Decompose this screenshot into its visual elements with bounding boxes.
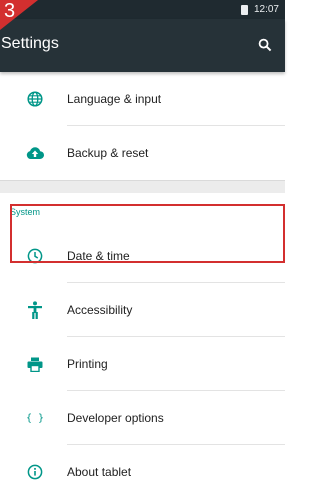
battery-icon: [240, 4, 248, 15]
section-header-system: System: [0, 193, 285, 229]
settings-item-about-tablet[interactable]: About tablet: [0, 445, 285, 485]
page-title: Settings: [1, 35, 59, 52]
settings-item-label: Date & time: [67, 249, 130, 263]
printer-icon: [25, 354, 45, 374]
settings-list: Language & input Backup & reset System D…: [0, 72, 285, 485]
settings-item-label: Accessibility: [67, 303, 133, 317]
settings-item-developer-options[interactable]: { } Developer options: [0, 391, 285, 445]
step-badge: 3: [0, 0, 38, 30]
settings-item-language-input[interactable]: Language & input: [0, 72, 285, 126]
search-icon: [258, 38, 272, 52]
status-bar: 12:07: [0, 0, 285, 19]
settings-item-backup-reset[interactable]: Backup & reset: [0, 126, 285, 180]
settings-item-label: About tablet: [67, 465, 132, 479]
status-indicators: 12:07: [240, 3, 279, 16]
clock-icon: [25, 246, 45, 266]
app-toolbar: Settings: [0, 19, 285, 72]
braces-icon: { }: [25, 412, 45, 424]
section-title: System: [10, 207, 41, 217]
settings-item-label: Printing: [67, 357, 108, 371]
accessibility-icon: [25, 300, 45, 320]
settings-item-printing[interactable]: Printing: [0, 337, 285, 391]
search-button[interactable]: [252, 32, 278, 58]
settings-item-label: Developer options: [67, 411, 164, 425]
status-time: 12:07: [253, 4, 279, 15]
section-separator: [0, 180, 285, 193]
step-number: 3: [4, 0, 16, 22]
settings-item-date-time[interactable]: Date & time: [0, 229, 285, 283]
cloud-upload-icon: [25, 143, 45, 163]
settings-item-label: Backup & reset: [67, 146, 149, 160]
globe-icon: [25, 89, 45, 109]
settings-item-accessibility[interactable]: Accessibility: [0, 283, 285, 337]
info-icon: [25, 462, 45, 482]
settings-item-label: Language & input: [67, 92, 162, 106]
